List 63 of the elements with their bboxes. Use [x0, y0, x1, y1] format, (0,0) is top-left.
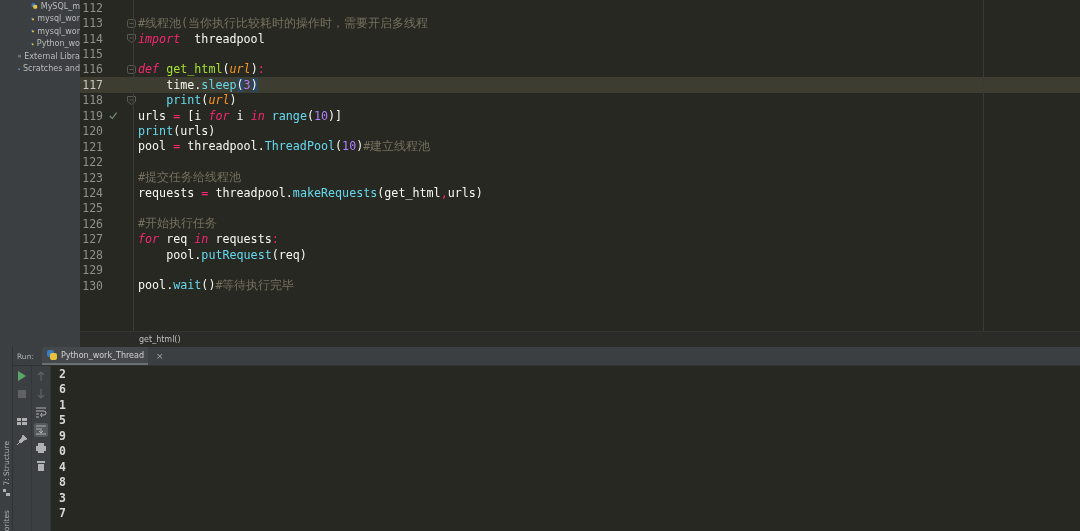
- line-number: 116: [81, 62, 103, 77]
- code-line: for req in requests:: [137, 232, 279, 247]
- tree-item[interactable]: mysql_wor: [37, 14, 80, 24]
- line-number: 117: [81, 77, 103, 92]
- printer-button[interactable]: [34, 441, 48, 455]
- line-number: 120: [81, 124, 103, 139]
- line-number: 113: [81, 16, 103, 31]
- console-output: 6: [59, 382, 66, 398]
- code-line: print(url): [165, 93, 237, 108]
- console-output: 7: [59, 505, 66, 522]
- console-output: 4: [59, 459, 66, 476]
- line-number: 130: [81, 278, 103, 293]
- line-number: 115: [81, 47, 103, 62]
- console-output: 1: [59, 397, 66, 414]
- code-line: pool = threadpool.ThreadPool(10)#建立线程池: [137, 139, 431, 155]
- code-line: print(urls): [137, 124, 216, 139]
- line-number: 125: [81, 201, 103, 216]
- line-number: 128: [81, 247, 103, 262]
- line-number: 118: [81, 93, 103, 108]
- code-line: #开始执行任务: [137, 216, 218, 232]
- code-line: #提交任务给线程池: [137, 170, 242, 186]
- console-output: 0: [59, 444, 66, 460]
- line-number: 123: [81, 170, 103, 185]
- console-output: 9: [59, 428, 66, 445]
- console-output: 3: [59, 490, 66, 506]
- line-number: 119: [81, 108, 103, 123]
- line-number: 121: [81, 139, 103, 154]
- fold-icon[interactable]: [127, 18, 136, 28]
- console-output: 5: [59, 413, 66, 429]
- line-number: 124: [81, 185, 103, 200]
- run-tab[interactable]: Python_work_Thread: [41, 347, 148, 365]
- fold-end-icon[interactable]: [127, 34, 136, 44]
- code-line: #线程池(当你执行比较耗时的操作时，需要开启多线程: [137, 15, 429, 31]
- console-output: 2: [59, 367, 66, 383]
- code-line: def get_html(url):: [137, 62, 265, 77]
- line-number: 127: [81, 232, 103, 247]
- tree-item[interactable]: mysql_wor: [37, 26, 80, 36]
- python-file-icon: [45, 349, 58, 361]
- line-number: 112: [81, 0, 103, 15]
- trash-button[interactable]: [34, 459, 48, 473]
- tree-item[interactable]: External Libra: [24, 51, 80, 61]
- code-line: requests = threadpool.makeRequests(get_html,urls): [137, 185, 483, 200]
- pin-button[interactable]: [15, 433, 29, 447]
- console-output: 8: [59, 475, 66, 491]
- fold-icon[interactable]: [127, 64, 136, 74]
- scroll-end-button[interactable]: [34, 423, 48, 437]
- breadcrumb[interactable]: get_html(): [139, 335, 181, 344]
- line-number: 122: [81, 155, 103, 170]
- code-line: import threadpool: [137, 31, 265, 46]
- line-number: 114: [81, 31, 103, 46]
- fold-end-icon[interactable]: [127, 95, 136, 105]
- structure-icon: [2, 488, 10, 496]
- line-number: 129: [81, 263, 103, 278]
- code-line: time.sleep(3): [165, 77, 258, 92]
- code-line: pool.putRequest(req): [165, 247, 307, 262]
- code-line: urls = [i for i in range(10)]: [137, 108, 343, 123]
- soft-wrap-button[interactable]: [34, 405, 48, 419]
- tree-item[interactable]: Scratches and: [23, 64, 80, 74]
- close-icon[interactable]: ×: [156, 351, 164, 361]
- code-line: pool.wait()#等待执行完毕: [137, 278, 295, 294]
- tree-item[interactable]: MySQL_m: [40, 1, 80, 11]
- line-number: 126: [81, 216, 103, 231]
- tree-item[interactable]: Python_wo: [36, 39, 80, 49]
